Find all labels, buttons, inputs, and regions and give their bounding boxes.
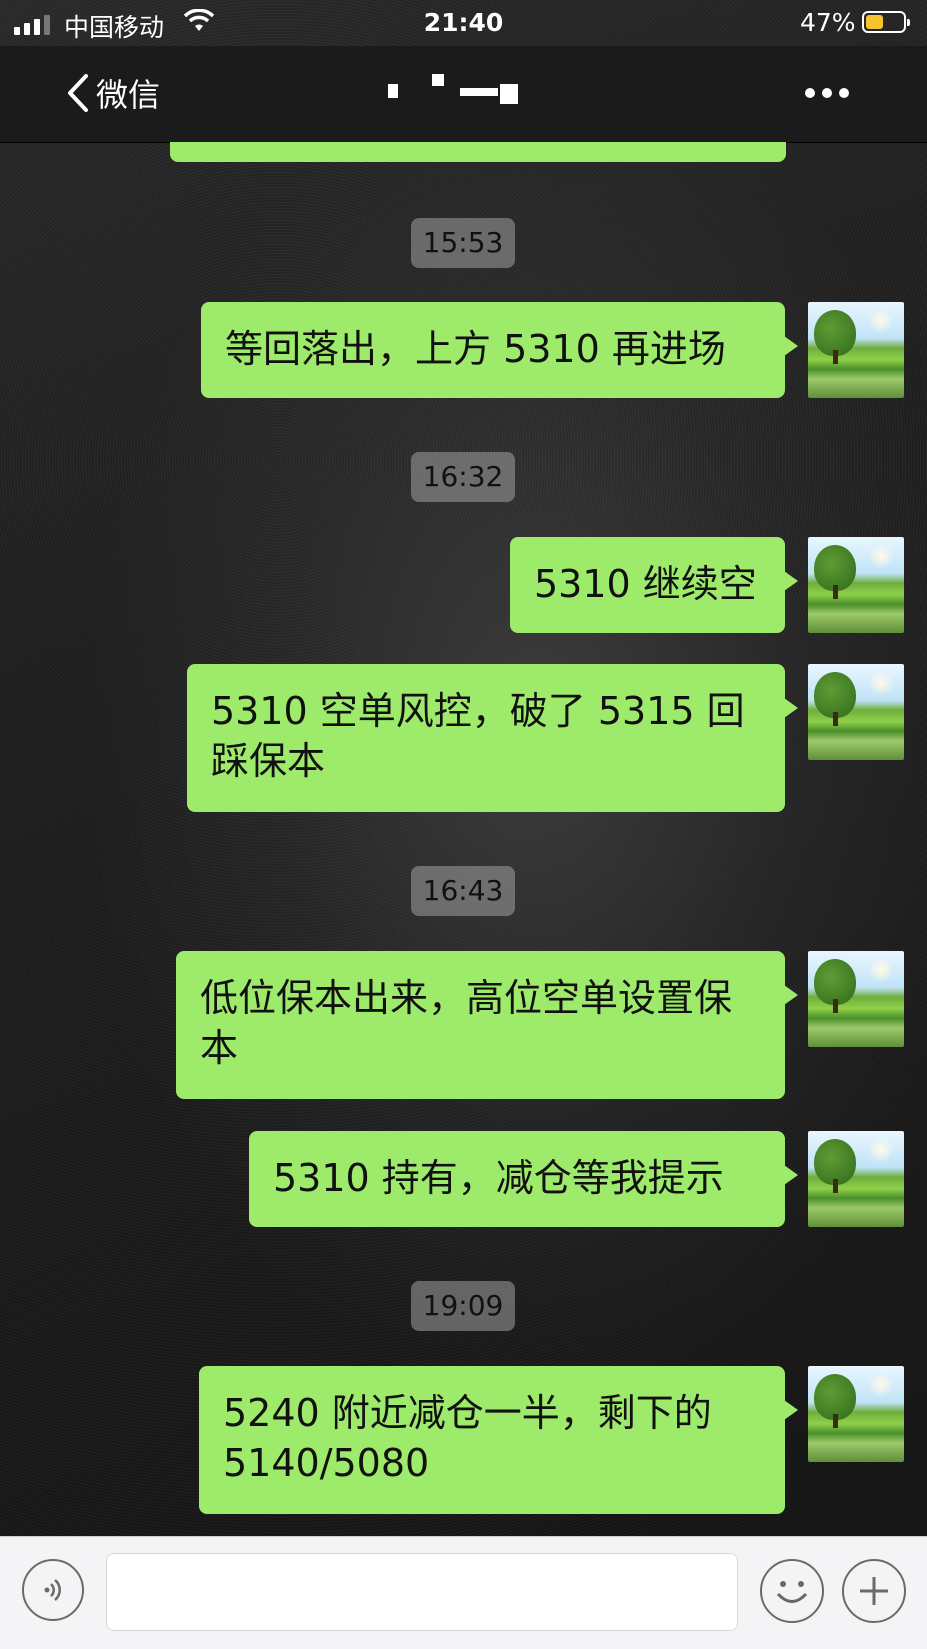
chat-title-redacted (380, 74, 580, 114)
message-bubble[interactable]: 5310 空单风控，破了 5315 回踩保本 (187, 664, 798, 812)
user-avatar[interactable] (808, 537, 904, 633)
voice-button[interactable] (22, 1559, 84, 1621)
message-input[interactable] (106, 1553, 738, 1631)
message-bubble-partial (170, 142, 786, 162)
message-timestamp: 16:43 (411, 866, 515, 916)
battery-percent: 47% (800, 8, 856, 37)
status-bar: 中国移动 21:40 47% (0, 0, 927, 46)
user-avatar[interactable] (808, 664, 904, 760)
message-timestamp: 19:09 (411, 1281, 515, 1331)
message-bubble[interactable]: 等回落出，上方 5310 再进场 (201, 302, 798, 398)
message-bubble[interactable]: 低位保本出来，高位空单设置保本 (176, 951, 798, 1099)
plus-icon (860, 1577, 888, 1605)
chevron-left-icon (68, 74, 88, 112)
back-button[interactable]: 微信 (66, 70, 160, 116)
battery-icon (862, 11, 910, 33)
message-timestamp: 15:53 (411, 218, 515, 268)
message-timestamp: 16:32 (411, 452, 515, 502)
nav-bar: 微信 (0, 46, 927, 143)
emoji-button[interactable] (760, 1559, 824, 1623)
more-icon[interactable] (805, 88, 849, 98)
message-bubble[interactable]: 5310 继续空 (510, 537, 798, 633)
user-avatar[interactable] (808, 302, 904, 398)
voice-icon (44, 1579, 61, 1601)
message-bubble[interactable]: 5240 附近减仓一半，剩下的 5140/5080 (199, 1366, 798, 1514)
message-bubble[interactable]: 5310 持有，减仓等我提示 (249, 1131, 798, 1227)
back-label: 微信 (96, 76, 161, 114)
clock: 21:40 (423, 8, 504, 37)
battery-fill (866, 15, 883, 29)
user-avatar[interactable] (808, 951, 904, 1047)
user-avatar[interactable] (808, 1131, 904, 1227)
input-bar (0, 1536, 927, 1649)
user-avatar[interactable] (808, 1366, 904, 1462)
plus-button[interactable] (842, 1559, 906, 1623)
emoji-icon (776, 1581, 808, 1603)
